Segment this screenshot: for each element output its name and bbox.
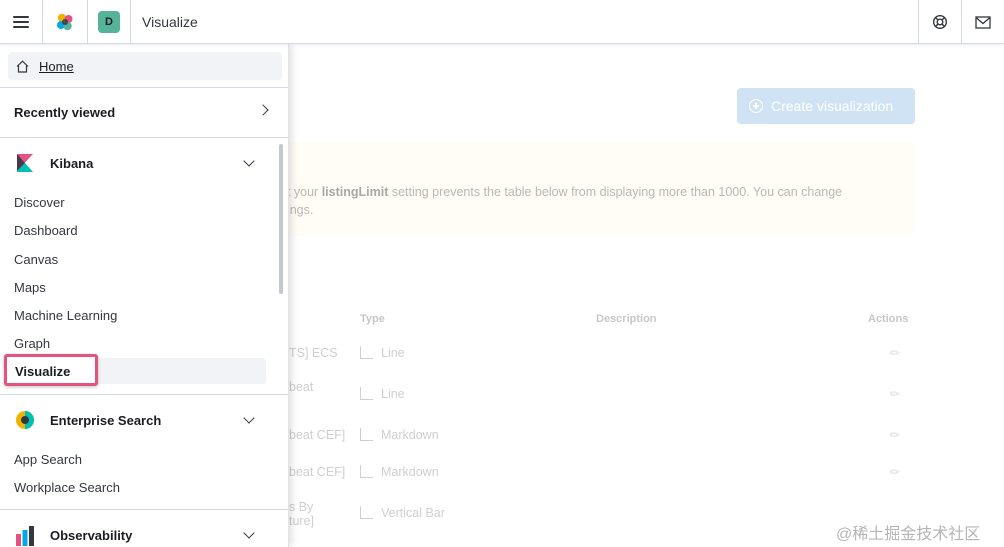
nav-divider [0,394,288,395]
nav-item-dashboard[interactable]: Dashboard [14,223,78,238]
recently-viewed-toggle[interactable]: Recently viewed [14,105,115,120]
collapsible-nav: Home Recently viewed Kibana Discover Das… [0,44,289,547]
column-header-actions: Actions [868,313,909,325]
chevron-down-icon[interactable] [243,412,255,424]
row-type: Markdown [360,428,439,442]
menu-button[interactable] [0,0,42,44]
chevron-down-icon[interactable] [243,527,255,539]
nav-divider [0,87,288,88]
row-title[interactable]: beat CEF] [289,428,345,442]
nav-item-graph[interactable]: Graph [14,336,50,351]
space-avatar: D [98,11,120,33]
watermark: @稀土掘金技术社区 [836,526,981,543]
page-title: Visualize [142,14,198,30]
nav-group-kibana[interactable]: Kibana [14,152,93,174]
column-header-description: Description [596,313,657,325]
space-selector[interactable]: D [88,0,130,44]
nav-item-canvas[interactable]: Canvas [14,252,58,267]
top-header: D Visualize [0,0,1004,44]
nav-divider [0,137,288,138]
nav-group-observability[interactable]: Observability [14,524,132,546]
nav-group-title: Enterprise Search [50,412,162,428]
hamburger-icon [13,16,29,28]
home-icon [16,59,29,73]
create-visualization-button[interactable]: Create visualization [737,88,915,124]
line-chart-icon [360,387,373,400]
row-title-cont: ture] [289,514,315,528]
nav-item-app-search[interactable]: App Search [14,452,82,467]
nav-group-title: Observability [50,527,133,543]
observability-logo [16,526,34,546]
row-type: Vertical Bar [360,506,445,520]
elastic-logo [57,13,73,31]
help-icon [932,14,948,30]
row-type: Markdown [360,465,439,479]
row-title[interactable]: TS] ECS [289,346,338,360]
plus-circle-icon [749,99,763,113]
header-divider [130,0,131,44]
chevron-right-icon[interactable] [257,104,269,116]
line-chart-icon [360,346,373,359]
callout-text: ut your listingLimit setting prevents th… [280,185,843,217]
nav-scrollbar[interactable] [279,144,283,294]
bar-chart-icon [360,506,373,519]
nav-item-workplace-search[interactable]: Workplace Search [14,480,120,495]
row-title[interactable]: s By [289,500,313,514]
mail-icon [975,15,991,29]
elastic-logo-button[interactable] [43,0,87,44]
nav-item-maps[interactable]: Maps [14,280,46,295]
nav-item-discover[interactable]: Discover [14,195,65,210]
enterprise-search-logo [16,411,34,429]
row-title[interactable]: beat [289,380,313,394]
help-button[interactable] [919,0,961,44]
row-type: Line [360,387,405,401]
markdown-icon [360,465,373,478]
nav-divider [0,509,288,510]
chevron-down-icon[interactable] [243,155,255,167]
nav-item-machine-learning[interactable]: Machine Learning [14,308,117,323]
nav-group-title: Kibana [50,155,94,171]
newsfeed-button[interactable] [962,0,1004,44]
create-visualization-label: Create visualization [771,98,894,114]
home-label: Home [39,58,74,74]
kibana-logo [17,154,33,172]
nav-group-enterprise-search[interactable]: Enterprise Search [14,409,161,431]
nav-home-link[interactable]: Home [8,52,282,80]
row-title[interactable]: beat CEF] [289,465,345,479]
column-header-type[interactable]: Type [360,313,385,325]
markdown-icon [360,428,373,441]
nav-item-visualize[interactable]: Visualize [15,364,70,379]
row-type: Line [360,346,405,360]
